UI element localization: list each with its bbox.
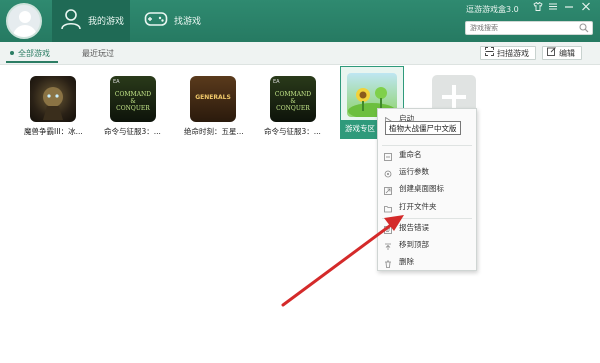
annotation-arrow bbox=[281, 215, 404, 307]
